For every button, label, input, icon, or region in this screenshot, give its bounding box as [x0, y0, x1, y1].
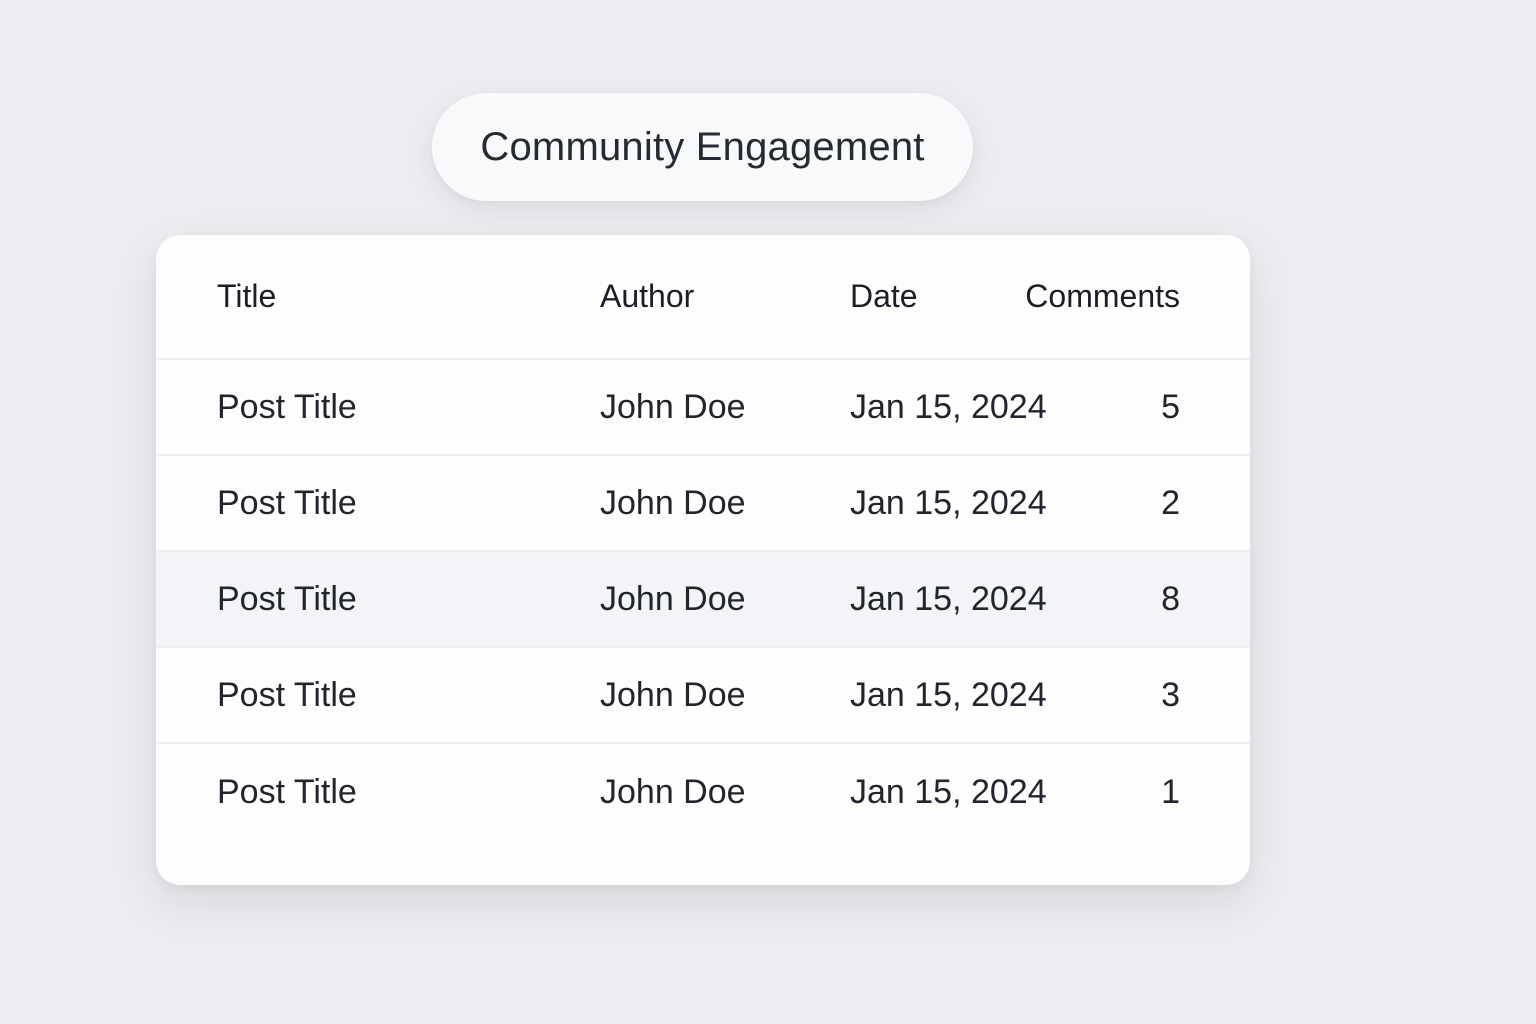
- table-row[interactable]: Post Title John Doe Jan 15, 2024 3: [156, 648, 1250, 744]
- date-cell: Jan 15, 2024: [850, 579, 1047, 618]
- posts-table: Title Author Date Comments Post Title Jo…: [156, 235, 1250, 885]
- date-cell: Jan 15, 2024: [850, 387, 1047, 426]
- table-row-highlighted[interactable]: Post Title John Doe Jan 15, 2024 8: [156, 552, 1250, 648]
- column-header-date[interactable]: Date: [850, 235, 918, 358]
- author-cell: John Doe: [600, 675, 746, 714]
- table-header: Title Author Date Comments: [156, 235, 1250, 360]
- date-cell: Jan 15, 2024: [850, 483, 1047, 522]
- table-row[interactable]: Post Title John Doe Jan 15, 2024 2: [156, 456, 1250, 552]
- post-title-cell: Post Title: [217, 579, 357, 618]
- author-cell: John Doe: [600, 772, 746, 811]
- column-header-author[interactable]: Author: [600, 235, 694, 358]
- comments-count-cell: 8: [1161, 579, 1180, 618]
- post-title-cell: Post Title: [217, 387, 357, 426]
- column-header-title[interactable]: Title: [217, 235, 276, 358]
- page-title: Community Engagement: [432, 93, 973, 201]
- column-header-comments[interactable]: Comments: [1025, 235, 1180, 358]
- post-title-cell: Post Title: [217, 675, 357, 714]
- post-title-cell: Post Title: [217, 772, 357, 811]
- author-cell: John Doe: [600, 483, 746, 522]
- table-row[interactable]: Post Title John Doe Jan 15, 2024 5: [156, 360, 1250, 456]
- comments-count-cell: 1: [1161, 772, 1180, 811]
- post-title-cell: Post Title: [217, 483, 357, 522]
- date-cell: Jan 15, 2024: [850, 675, 1047, 714]
- comments-count-cell: 2: [1161, 483, 1180, 522]
- author-cell: John Doe: [600, 387, 746, 426]
- author-cell: John Doe: [600, 579, 746, 618]
- comments-count-cell: 3: [1161, 675, 1180, 714]
- table-row[interactable]: Post Title John Doe Jan 15, 2024 1: [156, 744, 1250, 840]
- comments-count-cell: 5: [1161, 387, 1180, 426]
- date-cell: Jan 15, 2024: [850, 772, 1047, 811]
